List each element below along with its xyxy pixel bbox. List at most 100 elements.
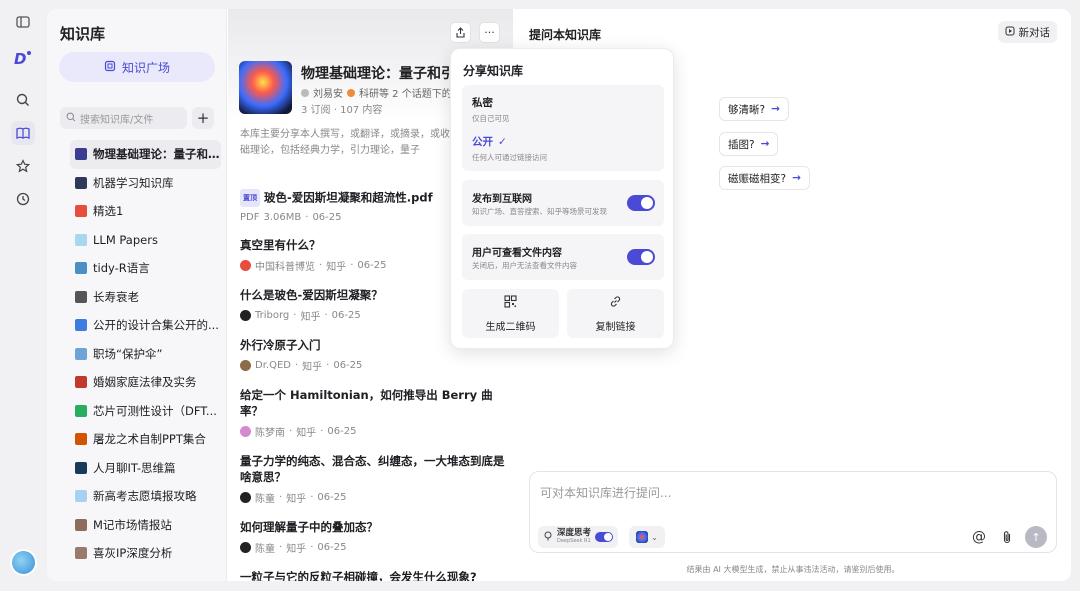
library-search-input[interactable]: 搜索知识库/文件	[60, 107, 187, 129]
library-thumb-icon	[75, 518, 87, 531]
deep-think-model: DeepSeek R1	[557, 538, 591, 544]
article-title-row: 给定一个 Hamiltonian，如何推导出 Berry 曲率？	[240, 387, 510, 419]
more-icon[interactable]: ···	[479, 22, 500, 43]
library-item-label: 人月聊IT-思维篇	[93, 460, 176, 475]
sidebar-toggle-icon[interactable]	[11, 10, 35, 34]
logo-icon[interactable]: D	[11, 46, 35, 70]
share-icon[interactable]	[450, 22, 471, 43]
knowledge-selector[interactable]: ⌄	[629, 526, 665, 548]
library-item[interactable]: 喜灰IP深度分析	[70, 539, 221, 568]
at-mention-icon[interactable]: @	[970, 528, 988, 546]
library-thumb-icon	[75, 262, 87, 275]
add-library-button[interactable]: +	[192, 107, 214, 129]
ask-title: 提问本知识库	[529, 28, 602, 42]
library-thumb-icon	[75, 376, 87, 389]
library-sidebar: 知识库 知识广场 搜索知识库/文件 + 物理基础理论：量子和... 机器学习知识库…	[47, 9, 227, 581]
deep-think-label: 深度思考	[557, 528, 592, 538]
article-meta-part: ·	[279, 542, 283, 553]
public-label-row: 公开 ✓	[472, 134, 547, 149]
library-item[interactable]: 新高考志愿填报攻略	[70, 482, 221, 511]
article-meta-part: 06-25	[333, 360, 363, 371]
suggestion-text: 够清晰?	[728, 103, 766, 116]
library-thumb-icon	[75, 347, 87, 360]
visibility-private-option[interactable]: 私密 仅自己可见	[472, 95, 510, 124]
history-icon[interactable]	[11, 187, 35, 211]
library-item[interactable]: 人月聊IT-思维篇	[70, 454, 221, 483]
library-item-label: 长寿衰老	[93, 289, 139, 304]
public-desc: 任何人可通过链接访问	[472, 153, 547, 162]
library-item[interactable]: 屠龙之术自制PPT集合	[70, 425, 221, 454]
view-files-toggle[interactable]	[627, 249, 655, 265]
article-title: 什么是玻色-爱因斯坦凝聚？	[240, 288, 383, 302]
library-item[interactable]: 精选1	[70, 197, 221, 226]
book-icon[interactable]	[11, 121, 35, 145]
article-meta-part: 06-25	[317, 542, 347, 553]
plaza-label: 知识广场	[121, 60, 170, 75]
user-avatar[interactable]	[10, 549, 37, 576]
search-icon[interactable]	[11, 88, 35, 112]
article-meta-part: ·	[305, 212, 309, 223]
library-item[interactable]: 公开的设计合集公开的...	[70, 311, 221, 340]
attachment-icon[interactable]	[998, 528, 1016, 546]
library-thumb-icon	[75, 490, 87, 503]
badge-icon	[347, 88, 355, 97]
library-item[interactable]: 物理基础理论：量子和...	[70, 140, 221, 169]
check-icon: ✓	[498, 135, 507, 148]
source-avatar	[240, 492, 251, 503]
article-item[interactable]: 量子力学的纯态、混合态、纠缠态，一大堆态到底是啥意思？ 陈童 · 知乎 · 06-25	[240, 453, 510, 505]
article-meta-part: ·	[310, 542, 314, 553]
deep-think-toggle[interactable]: 深度思考 DeepSeek R1	[538, 526, 619, 548]
private-label: 私密	[472, 97, 493, 109]
qr-label: 生成二维码	[485, 321, 536, 333]
article-item[interactable]: 一粒子与它的反粒子相碰撞，会发生什么现象?	[240, 569, 510, 581]
library-item[interactable]: 芯片可测性设计（DFT...	[70, 397, 221, 426]
article-meta-part: PDF	[240, 212, 260, 223]
knowledge-plaza-button[interactable]: 知识广场	[59, 52, 215, 82]
plaza-icon	[104, 60, 116, 75]
star-icon[interactable]	[11, 154, 35, 178]
search-placeholder: 搜索知识库/文件	[80, 114, 154, 126]
library-item[interactable]: 长寿衰老	[70, 283, 221, 312]
library-item[interactable]: M记市场情报站	[70, 511, 221, 540]
library-item-label: 机器学习知识库	[93, 175, 174, 190]
library-item[interactable]: 机器学习知识库	[70, 169, 221, 198]
arrow-right-icon: →	[792, 172, 801, 184]
author-name[interactable]: 刘易安	[313, 85, 343, 100]
article-item[interactable]: 给定一个 Hamiltonian，如何推导出 Berry 曲率？ 陈梦南 · 知乎 · 0…	[240, 387, 510, 439]
library-item[interactable]: 婚姻家庭法律及实务	[70, 368, 221, 397]
article-title: 量子力学的纯态、混合态、纠缠态，一大堆态到底是啥意思？	[240, 454, 505, 484]
publish-label: 发布到互联网	[472, 194, 532, 205]
new-chat-button[interactable]: 新对话	[997, 21, 1057, 43]
share-popover: 分享知识库 私密 仅自己可见 公开 ✓ 任何人可通过链接访问 发布到互联网 知识…	[450, 48, 674, 349]
library-item-label: 新高考志愿填报攻略	[93, 489, 197, 504]
suggestion-1[interactable]: 够清晰? →	[719, 97, 789, 121]
visibility-public-option[interactable]: 公开 ✓ 任何人可通过链接访问	[472, 134, 547, 163]
suggestion-text: 磁赈磁相变?	[728, 172, 787, 185]
qr-code-icon	[504, 294, 517, 311]
article-meta-part: 陈梦南	[255, 428, 285, 439]
library-item[interactable]: tidy-R语言	[70, 254, 221, 283]
deep-think-switch[interactable]	[595, 532, 614, 542]
article-meta-part: ·	[289, 426, 293, 437]
article-item[interactable]: 如何理解量子中的叠加态？ 陈童 · 知乎 · 06-25	[240, 519, 510, 555]
library-item-label: LLM Papers	[93, 232, 158, 247]
source-avatar	[240, 426, 251, 437]
library-item-label: 婚姻家庭法律及实务	[93, 375, 197, 390]
library-item[interactable]: LLM Papers	[70, 226, 221, 255]
library-item[interactable]: 职场“保护伞”	[70, 340, 221, 369]
new-chat-icon	[1005, 26, 1015, 39]
generate-qr-button[interactable]: 生成二维码	[462, 289, 559, 338]
publish-toggle[interactable]	[627, 195, 655, 211]
chevron-down-icon: ⌄	[651, 532, 658, 542]
view-files-label: 用户可查看文件内容	[472, 248, 562, 259]
article-meta-part: ·	[324, 310, 328, 321]
article-meta-part: 知乎	[302, 362, 323, 373]
question-input[interactable]: 可对本知识库进行提问... 深度思考 DeepSeek R1 ⌄ @ ↑	[529, 471, 1057, 553]
copy-link-button[interactable]: 复制链接	[567, 289, 664, 338]
private-desc: 仅自己可见	[472, 114, 510, 123]
library-item-label: 芯片可测性设计（DFT...	[93, 403, 217, 418]
article-meta-part: ·	[293, 310, 297, 321]
suggestion-2[interactable]: 插图? →	[719, 132, 779, 156]
suggestion-3[interactable]: 磁赈磁相变? →	[719, 166, 810, 190]
send-button[interactable]: ↑	[1025, 526, 1047, 548]
